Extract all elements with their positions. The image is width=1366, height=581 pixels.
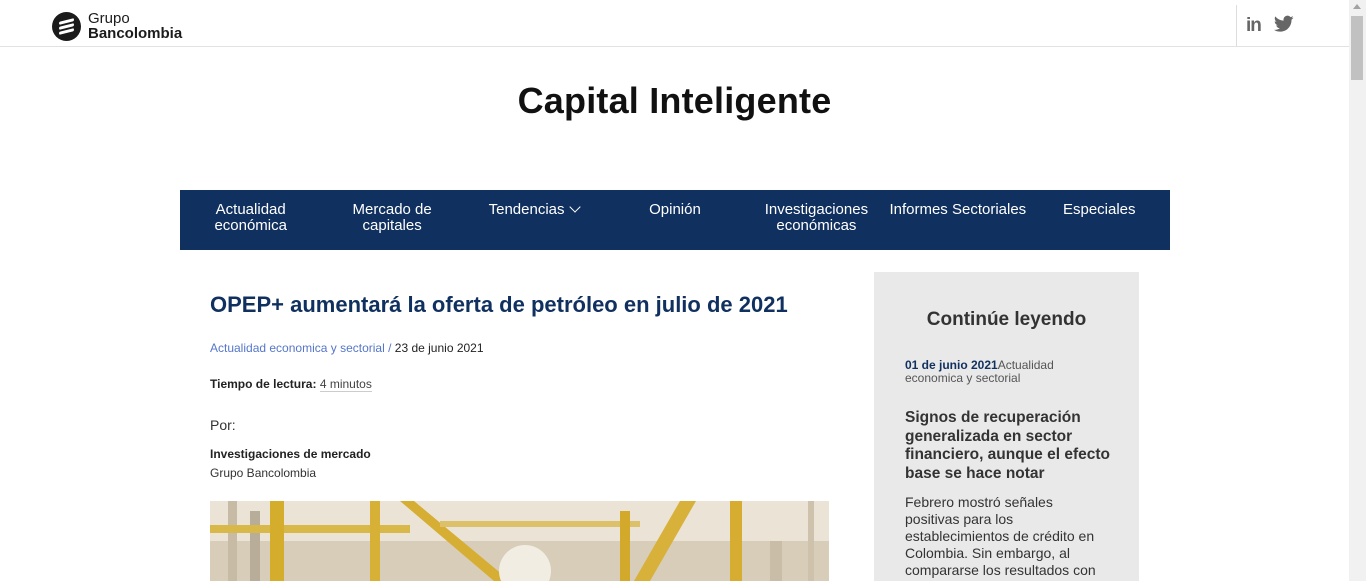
article-date: 23 de junio 2021 [394,341,484,355]
nav-item-informes-sectoriales[interactable]: Informes Sectoriales [887,190,1028,250]
author-organization: Grupo Bancolombia [210,466,317,480]
related-article-title[interactable]: Signos de recuperación generalizada en s… [905,409,1117,483]
article-category-link[interactable]: Actualidad economica y sectorial / [210,341,391,355]
nav-item-actualidad-economica[interactable]: Actualidad económica [180,190,321,250]
scroll-up-icon[interactable] [1353,4,1361,9]
article-hero-image [210,501,829,581]
logo-text-line2: Bancolombia [88,25,183,42]
article-title: OPEP+ aumentará la oferta de petróleo en… [210,292,788,317]
related-article-excerpt: Febrero mostró señales positivas para lo… [905,494,1096,578]
nav-item-tendencias[interactable]: Tendencias [463,190,604,250]
top-bar: Grupo Bancolombia in [0,0,1349,47]
scroll-thumb[interactable] [1351,16,1363,80]
related-articles-sidebar: Continúe leyendo 01 de junio 2021Actuali… [874,272,1139,581]
article-meta: Actualidad economica y sectorial / 23 de… [210,341,484,355]
linkedin-icon[interactable]: in [1246,15,1268,37]
article: OPEP+ aumentará la oferta de petróleo en… [210,290,830,581]
grupo-bancolombia-logo[interactable]: Grupo Bancolombia [52,11,182,41]
page-scrollbar[interactable] [1349,0,1366,581]
chevron-down-icon [568,201,581,213]
author-name: Investigaciones de mercado [210,447,371,461]
logo-mark-icon [52,11,81,41]
sidebar-heading: Continúe leyendo [926,309,1087,330]
nav-item-opinion[interactable]: Opinión [604,190,745,250]
reading-time: Tiempo de lectura: 4 minutos [210,377,372,392]
reading-time-value: 4 minutos [319,377,372,392]
related-article-meta: 01 de junio 2021Actualidad economica y s… [905,359,1105,385]
logo-text-line1: Grupo [88,10,130,27]
byline-label: Por: [210,417,236,433]
nav-item-mercado-de-capitales[interactable]: Mercado de capitales [321,190,462,250]
site-title[interactable]: Capital Inteligente [0,80,1349,122]
related-article-date: 01 de junio 2021 [905,358,998,372]
nav-item-especiales[interactable]: Especiales [1029,190,1170,250]
main-nav: Actualidad económica Mercado de capitale… [180,190,1170,250]
social-links: in [1236,5,1296,46]
nav-item-investigaciones-economicas[interactable]: Investigaciones económicas [746,190,887,250]
twitter-icon[interactable] [1273,15,1296,37]
reading-time-label: Tiempo de lectura: [210,377,317,391]
